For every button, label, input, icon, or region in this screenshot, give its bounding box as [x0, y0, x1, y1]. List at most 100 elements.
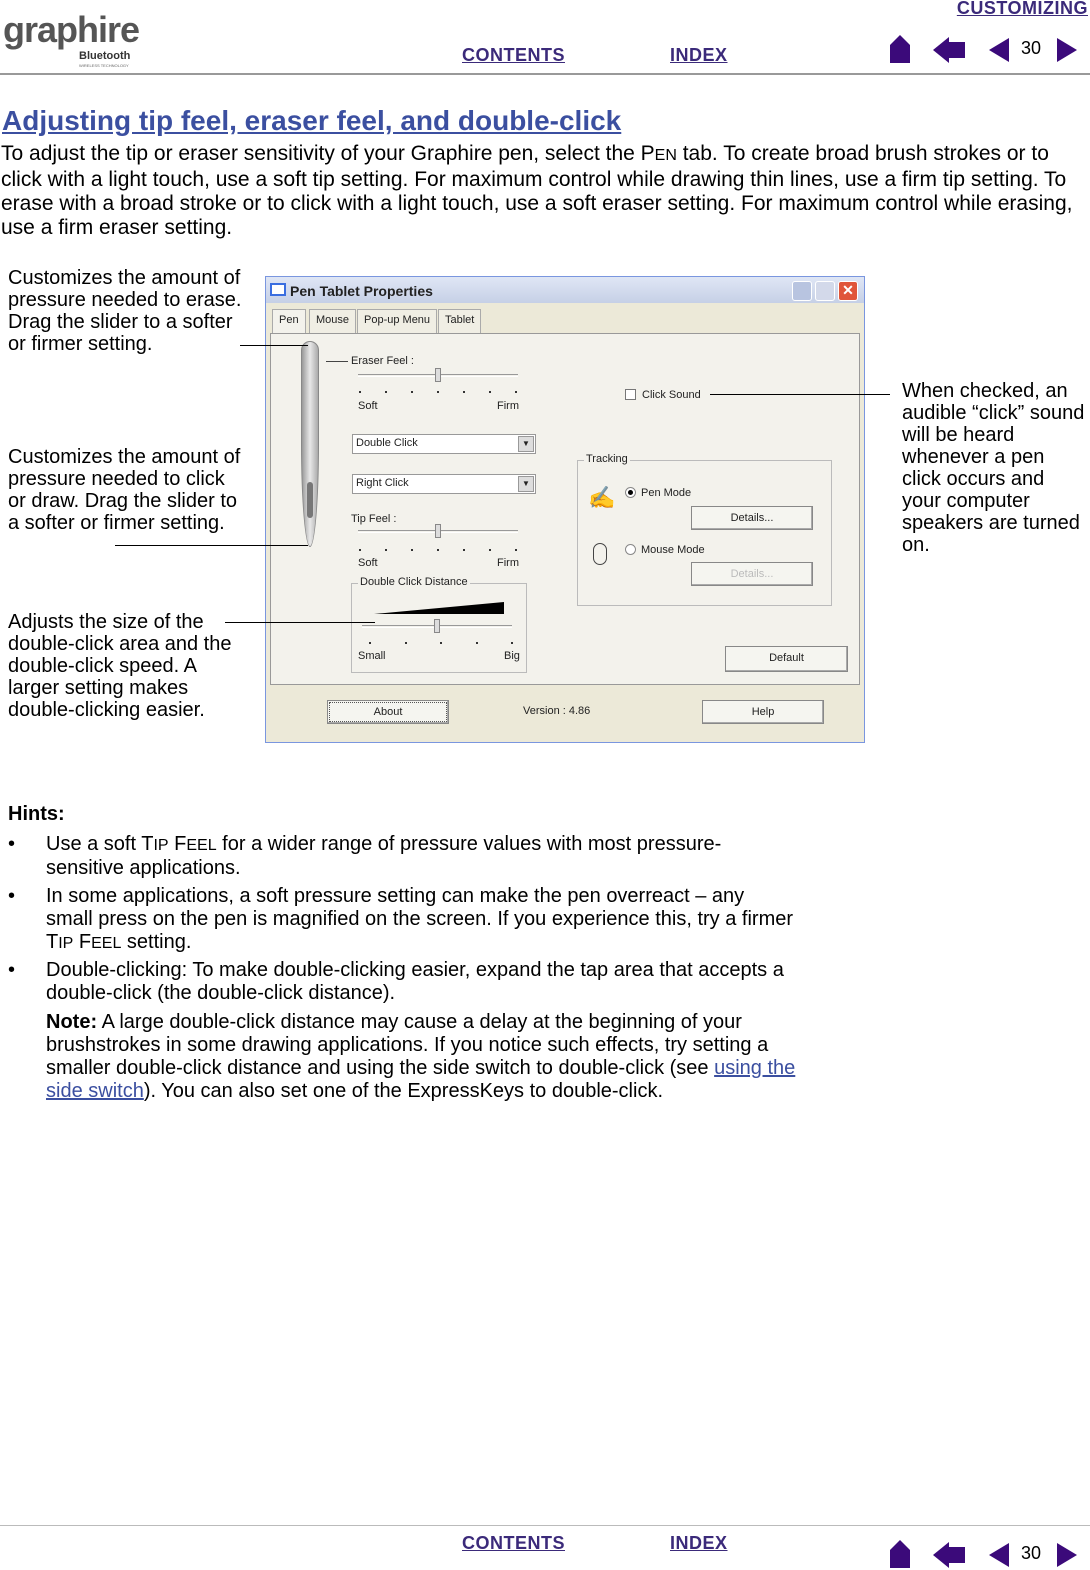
pen-mode-radio[interactable]: [625, 487, 636, 498]
distance-big-label: Big: [504, 650, 520, 662]
hint-3: Double-clicking: To make double-clicking…: [46, 959, 784, 1004]
slider-tick: [359, 549, 361, 551]
bullet: •: [8, 885, 16, 907]
tab-mouse[interactable]: Mouse: [309, 309, 357, 333]
slider-tick: [440, 642, 442, 644]
contents-link[interactable]: CONTENTS: [462, 45, 565, 66]
eraser-feel-label: Eraser Feel :: [351, 355, 414, 367]
tab-tablet[interactable]: Tablet: [438, 309, 482, 333]
page-number: 30: [1021, 1543, 1042, 1563]
chevron-down-icon: ▼: [518, 476, 534, 492]
slider-tick: [515, 549, 517, 551]
version-label: Version : 4.86: [523, 705, 591, 717]
slider-tick: [437, 391, 439, 393]
tip-feel-slider-thumb[interactable]: [435, 524, 441, 538]
next-page-icon[interactable]: [1057, 38, 1077, 62]
pen-mode-details-button[interactable]: Details...: [691, 506, 813, 530]
footer-contents-link[interactable]: CONTENTS: [462, 1533, 565, 1554]
slider-tick: [489, 391, 491, 393]
click-sound-checkbox[interactable]: [625, 389, 636, 400]
double-click-distance-slider-thumb[interactable]: [434, 619, 440, 633]
close-button[interactable]: ✕: [838, 281, 858, 301]
dialog-titlebar: Pen Tablet Properties ✕: [266, 277, 864, 303]
mouse-mode-radio[interactable]: [625, 544, 636, 555]
tracking-label: Tracking: [584, 453, 630, 465]
pen-image: [301, 341, 319, 547]
next-page-icon[interactable]: [1057, 1543, 1077, 1567]
slider-tick: [385, 549, 387, 551]
nav-top: 30: [885, 35, 1085, 65]
eraser-callout: Customizes the amount of pressure needed…: [8, 267, 242, 355]
back-icon[interactable]: [933, 1542, 967, 1568]
slider-tick: [515, 391, 517, 393]
back-icon[interactable]: [933, 37, 967, 63]
footer-divider: [0, 1525, 1090, 1526]
distance-small-label: Small: [358, 650, 386, 662]
bullet: •: [8, 959, 16, 981]
double-click-distance-label: Double Click Distance: [358, 576, 470, 588]
tip-soft-label: Soft: [358, 557, 378, 569]
previous-page-icon[interactable]: [989, 1543, 1009, 1567]
default-button[interactable]: Default: [725, 646, 848, 672]
hint-1: Use a soft TIP FEEL for a wider range of…: [46, 833, 722, 879]
pen-mode-label: Pen Mode: [641, 487, 692, 499]
eraser-soft-label: Soft: [358, 400, 378, 412]
pen-hand-icon: ✍: [588, 485, 616, 510]
distance-callout: Adjusts the size of the double-click are…: [8, 611, 232, 721]
slider-tick: [437, 549, 439, 551]
index-link[interactable]: INDEX: [670, 45, 728, 66]
graphire-logo: graphire Bluetooth WIRELESS TECHNOLOGY: [3, 9, 140, 69]
header-divider: [0, 73, 1090, 75]
about-button[interactable]: About: [327, 700, 449, 724]
tip-feel-label: Tip Feel :: [351, 513, 397, 525]
slider-tick: [511, 642, 513, 644]
maximize-button[interactable]: [815, 281, 835, 301]
slider-tick: [385, 391, 387, 393]
help-button[interactable]: Help: [702, 700, 824, 724]
pen-tablet-properties-dialog: Pen Tablet Properties ✕ Pen Mouse Pop-up…: [265, 276, 865, 743]
slider-tick: [463, 391, 465, 393]
slider-tick: [404, 642, 407, 644]
tip-callout: Customizes the amount of pressure needed…: [8, 446, 241, 534]
slider-tick: [475, 642, 478, 644]
hint-note: Note: A large double-click distance may …: [46, 1011, 796, 1102]
intro-paragraph: To adjust the tip or eraser sensitivity …: [1, 142, 1073, 239]
mouse-mode-details-button: Details...: [691, 562, 813, 586]
slider-tick: [411, 391, 413, 393]
customizing-link[interactable]: CUSTOMIZING: [957, 0, 1088, 19]
tip-firm-label: Firm: [497, 557, 519, 569]
window-icon: [270, 283, 286, 296]
slider-tick: [463, 549, 465, 551]
dialog-title: Pen Tablet Properties: [290, 283, 433, 299]
home-icon[interactable]: [887, 1540, 913, 1568]
previous-page-icon[interactable]: [989, 38, 1009, 62]
chevron-down-icon: ▼: [518, 436, 534, 452]
sound-callout: When checked, an audible “click” sound w…: [902, 380, 1085, 556]
eraser-feel-slider-thumb[interactable]: [435, 368, 441, 382]
lower-switch-dropdown[interactable]: Right Click ▼: [352, 474, 536, 494]
hints-title: Hints:: [8, 803, 65, 825]
eraser-leader-line: [240, 345, 308, 346]
page-title: Adjusting tip feel, eraser feel, and dou…: [2, 105, 622, 136]
hint-2: In some applications, a soft pressure se…: [46, 885, 794, 953]
minimize-button[interactable]: [792, 281, 812, 301]
slider-tick: [411, 549, 413, 551]
eraser-firm-label: Firm: [497, 400, 519, 412]
tab-pen[interactable]: Pen: [272, 309, 306, 335]
slider-tick: [489, 549, 491, 551]
page-number: 30: [1021, 38, 1042, 58]
click-sound-label: Click Sound: [642, 389, 701, 401]
tab-popup-menu[interactable]: Pop-up Menu: [357, 309, 438, 333]
mouse-mode-label: Mouse Mode: [641, 544, 705, 556]
slider-tick: [359, 391, 361, 393]
distance-leader-line: [225, 622, 375, 623]
upper-switch-dropdown[interactable]: Double Click ▼: [352, 434, 536, 454]
bullet: •: [8, 833, 16, 855]
slider-tick: [369, 642, 371, 644]
home-icon[interactable]: [887, 35, 913, 63]
footer-index-link[interactable]: INDEX: [670, 1533, 728, 1554]
mouse-icon: [593, 543, 607, 565]
tip-leader-line: [115, 545, 308, 546]
sound-leader-line: [710, 394, 890, 395]
nav-bottom: 30: [885, 1540, 1085, 1570]
